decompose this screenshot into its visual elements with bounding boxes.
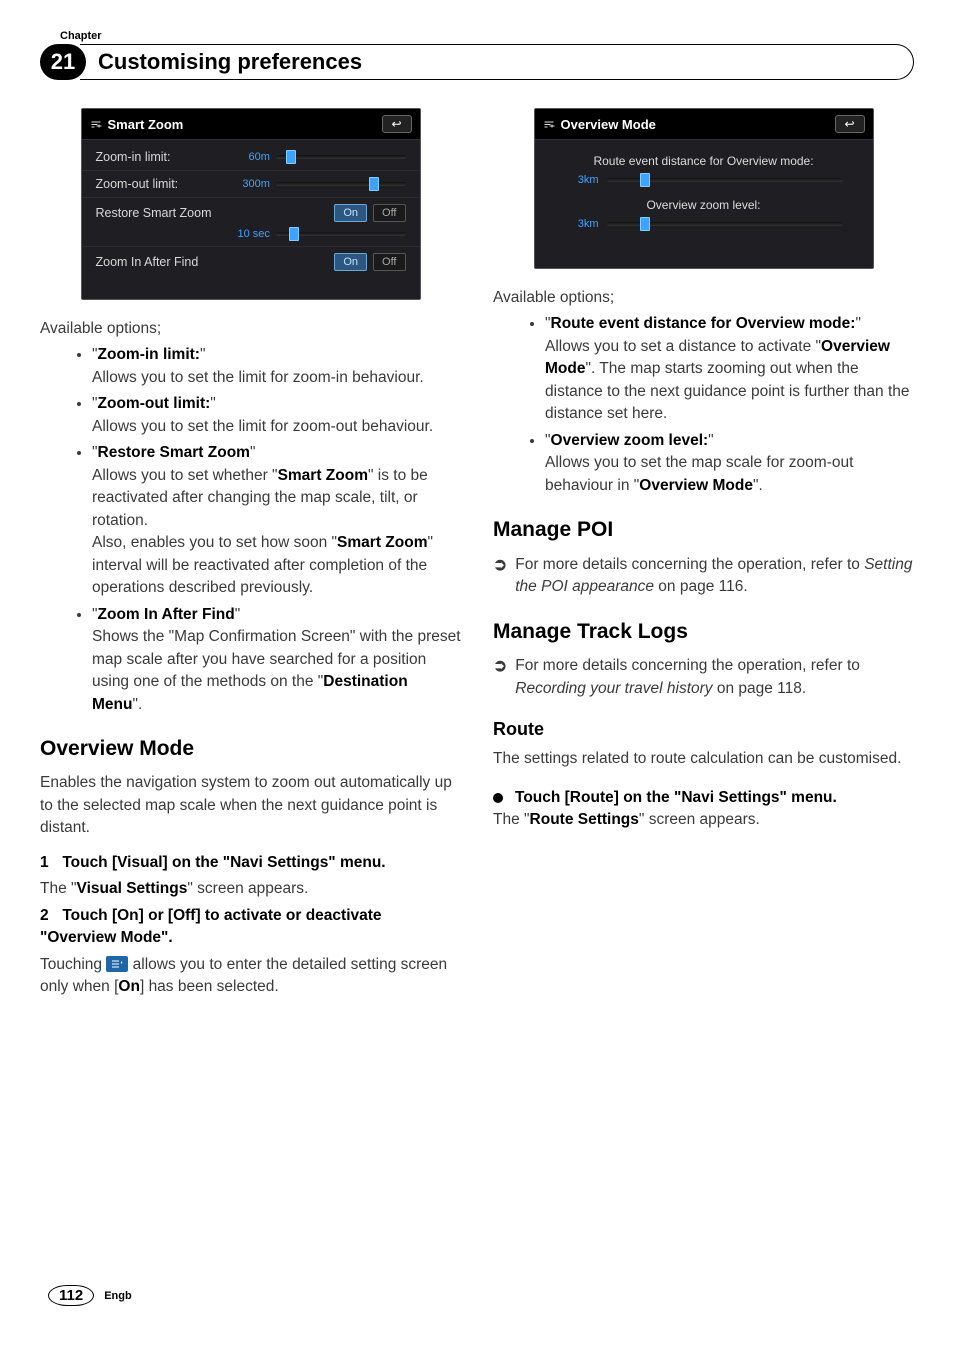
opt-zoom-in-head: Zoom-in limit: (98, 346, 200, 363)
overview-mode-heading: Overview Mode (40, 734, 461, 764)
restore-off-button[interactable]: Off (373, 204, 405, 222)
step-2: 2 Touch [On] or [Off] to activate or dea… (40, 905, 461, 950)
title-pill: Customising preferences (80, 44, 914, 80)
zoom-out-limit-row[interactable]: Zoom-out limit: 300m (82, 170, 420, 197)
back-icon: ↩ (391, 117, 401, 131)
overview-mode-intro: Enables the navigation system to zoom ou… (40, 772, 461, 839)
zoom-after-find-on-button[interactable]: On (334, 253, 367, 271)
restore-on-button[interactable]: On (334, 204, 367, 222)
bullet-dot-icon (493, 793, 503, 803)
zoom-after-find-label: Zoom In After Find (96, 255, 325, 269)
route-intro: The settings related to route calculatio… (493, 748, 914, 770)
opt-zoom-level-desc: Allows you to set the map scale for zoom… (545, 452, 914, 497)
overview-mode-shot-title: Overview Mode (561, 117, 656, 132)
opt-zoom-out-head: Zoom-out limit: (98, 395, 211, 412)
reference-arrow-icon: ➲ (493, 655, 507, 700)
list-item: "Restore Smart Zoom" Allows you to set w… (92, 442, 461, 599)
restore-interval-row[interactable]: 10 sec (82, 228, 420, 246)
zoom-in-limit-label: Zoom-in limit: (96, 150, 226, 164)
zoom-after-find-off-button[interactable]: Off (373, 253, 405, 271)
page-number: 112 (48, 1285, 94, 1306)
route-event-distance-row[interactable]: 3km (535, 172, 873, 198)
opt-restore-head: Restore Smart Zoom (98, 444, 250, 461)
page-title: Customising preferences (98, 49, 362, 75)
opt-restore-desc2: Also, enables you to set how soon "Smart… (92, 532, 461, 599)
restore-interval-value: 10 sec (236, 228, 270, 240)
overview-mode-screenshot: Overview Mode ↩ Route event distance for… (534, 108, 874, 269)
zoom-in-limit-row[interactable]: Zoom-in limit: 60m (82, 144, 420, 170)
list-item: "Zoom-in limit:" Allows you to set the l… (92, 344, 461, 389)
settings-icon (543, 118, 555, 130)
route-event-distance-value: 3km (565, 174, 599, 186)
opt-zoom-level-head: Overview zoom level: (551, 432, 709, 449)
manage-poi-ref: ➲ For more details concerning the operat… (493, 554, 914, 599)
page-footer: 112 Engb (48, 1285, 132, 1306)
back-button[interactable]: ↩ (835, 115, 865, 133)
list-item: "Zoom In After Find" Shows the "Map Conf… (92, 604, 461, 716)
overview-zoom-level-row[interactable]: 3km (535, 216, 873, 242)
zoom-in-limit-slider[interactable] (276, 155, 406, 159)
opt-route-event-desc: Allows you to set a distance to activate… (545, 336, 914, 426)
language-code: Engb (104, 1290, 132, 1302)
route-step: Touch [Route] on the "Navi Settings" men… (493, 787, 914, 809)
back-icon: ↩ (844, 117, 854, 131)
overview-zoom-level-slider[interactable] (607, 222, 843, 226)
route-event-distance-caption: Route event distance for Overview mode: (535, 154, 873, 168)
route-step-result: The "Route Settings" screen appears. (493, 809, 914, 831)
opt-zoom-after-find-desc: Shows the "Map Confirmation Screen" with… (92, 626, 461, 716)
route-event-distance-slider[interactable] (607, 178, 843, 182)
settings-icon (90, 118, 102, 130)
zoom-out-limit-slider[interactable] (276, 182, 406, 186)
overview-zoom-level-caption: Overview zoom level: (535, 198, 873, 212)
reference-arrow-icon: ➲ (493, 554, 507, 599)
list-item: "Overview zoom level:" Allows you to set… (545, 430, 914, 497)
manage-track-ref: ➲ For more details concerning the operat… (493, 655, 914, 700)
opt-zoom-out-desc: Allows you to set the limit for zoom-out… (92, 416, 461, 438)
chapter-number-badge: 21 (40, 44, 86, 80)
detail-settings-icon (106, 956, 128, 972)
zoom-out-limit-value: 300m (236, 178, 270, 190)
smart-zoom-title: Smart Zoom (108, 117, 184, 132)
manage-poi-heading: Manage POI (493, 515, 914, 545)
zoom-in-limit-value: 60m (236, 151, 270, 163)
step-1-result: The "Visual Settings" screen appears. (40, 878, 461, 900)
restore-smart-zoom-label: Restore Smart Zoom (96, 206, 325, 220)
smart-zoom-screenshot: Smart Zoom ↩ Zoom-in limit: 60m Zoom-out… (81, 108, 421, 300)
restore-smart-zoom-row: Restore Smart Zoom On Off (82, 197, 420, 228)
available-options-left: Available options; (40, 318, 461, 340)
chapter-label: Chapter (60, 30, 914, 42)
back-button[interactable]: ↩ (382, 115, 412, 133)
manage-track-logs-heading: Manage Track Logs (493, 617, 914, 647)
list-item: "Route event distance for Overview mode:… (545, 313, 914, 425)
opt-route-event-head: Route event distance for Overview mode: (551, 315, 856, 332)
restore-interval-slider[interactable] (276, 232, 406, 236)
zoom-out-limit-label: Zoom-out limit: (96, 177, 226, 191)
available-options-right: Available options; (493, 287, 914, 309)
overview-zoom-level-value: 3km (565, 218, 599, 230)
title-row: 21 Customising preferences (40, 44, 914, 80)
opt-zoom-after-find-head: Zoom In After Find (98, 606, 235, 623)
opt-zoom-in-desc: Allows you to set the limit for zoom-in … (92, 367, 461, 389)
step-2-result: Touching allows you to enter the detaile… (40, 954, 461, 999)
step-1: 1 Touch [Visual] on the "Navi Settings" … (40, 852, 461, 874)
zoom-after-find-row: Zoom In After Find On Off (82, 246, 420, 277)
list-item: "Zoom-out limit:" Allows you to set the … (92, 393, 461, 438)
opt-restore-desc1: Allows you to set whether "Smart Zoom" i… (92, 465, 461, 532)
route-heading: Route (493, 716, 914, 742)
